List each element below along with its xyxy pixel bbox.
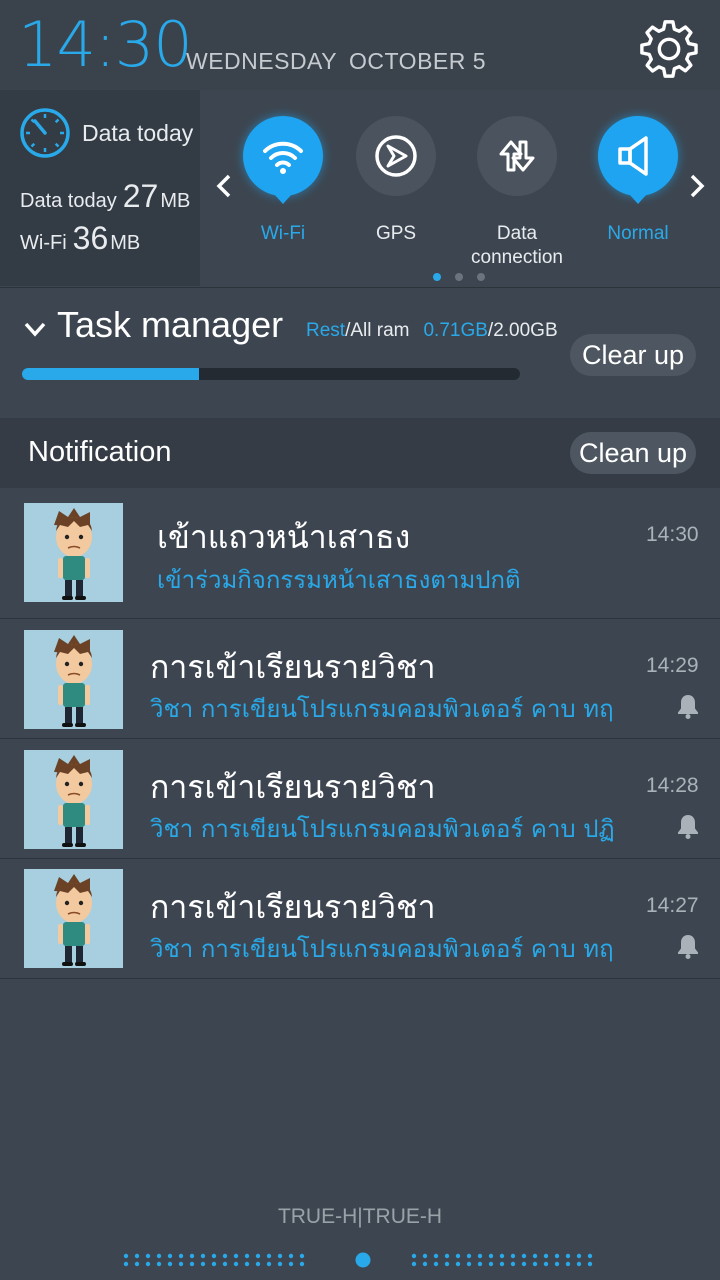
notification-title-text: การเข้าเรียนรายวิชา xyxy=(150,888,436,926)
drag-handle[interactable] xyxy=(120,1250,600,1270)
wifi-usage-label: Wi-Fi xyxy=(20,232,67,254)
toggle-wifi-label: Wi-Fi xyxy=(260,223,306,244)
notification-item[interactable]: เข้าแถวหน้าเสาธง เข้าร่วมกิจกรรมหน้าเสาธ… xyxy=(0,488,720,619)
notification-shade: 14:30 WEDNESDAY OCTOBER 5 Data today Dat… xyxy=(0,0,720,1280)
ram-all-label: /All ram xyxy=(345,320,410,341)
toggle-data-connection-label: Data connection xyxy=(471,223,563,268)
data-today-label: Data today xyxy=(20,190,117,212)
notification-item[interactable]: การเข้าเรียนรายวิชา วิชา การเขียนโปรแกรม… xyxy=(0,859,720,979)
wifi-icon xyxy=(243,116,323,204)
notification-subtitle: วิชา การเขียนโปรแกรมคอมพิวเตอร์ คาบ ปฏิ xyxy=(150,815,615,843)
page-dot-1 xyxy=(433,273,441,281)
gps-icon xyxy=(356,116,436,196)
chevron-down-icon[interactable] xyxy=(22,316,48,342)
page-dot-3 xyxy=(477,273,485,281)
notification-time: 14:29 xyxy=(646,654,699,677)
ram-rest-label: Rest xyxy=(306,320,346,341)
toggle-wifi[interactable]: Wi-Fi xyxy=(218,116,348,246)
notification-time: 14:30 xyxy=(646,523,699,546)
notification-item[interactable]: การเข้าเรียนรายวิชา วิชา การเขียนโปรแกรม… xyxy=(0,619,720,739)
toggle-page-indicator xyxy=(433,266,499,285)
toggle-gps[interactable]: GPS xyxy=(331,116,461,246)
task-manager: Task manager Rest/All ram 0.71GB/2.00GB C… xyxy=(0,287,720,417)
toggle-sound-mode-label: Normal xyxy=(607,223,669,244)
wifi-usage-value: 36 xyxy=(72,220,109,256)
toggle-gps-label: GPS xyxy=(375,223,417,244)
notification-subtitle: เข้าร่วมกิจกรรมหน้าเสาธงตามปกติ xyxy=(157,566,521,594)
notification-subtitle: วิชา การเขียนโปรแกรมคอมพิวเตอร์ คาบ ทฤ xyxy=(150,935,614,963)
clear-up-button[interactable]: Clear up xyxy=(570,334,696,376)
bell-icon xyxy=(678,695,698,719)
data-today-unit: MB xyxy=(160,190,191,212)
ram-progress-bar xyxy=(22,368,520,380)
notification-title: Notification xyxy=(28,436,172,468)
weekday: WEDNESDAY xyxy=(186,48,338,74)
settings-gear-icon[interactable] xyxy=(638,18,700,80)
data-connection-icon xyxy=(477,116,557,196)
avatar xyxy=(24,503,123,602)
page-dot-2 xyxy=(455,273,463,281)
bell-icon xyxy=(678,935,698,959)
ram-progress-fill xyxy=(22,368,199,380)
notification-header: Notification Clean up xyxy=(0,418,720,488)
avatar xyxy=(24,750,123,849)
carrier-label: TRUE-H|TRUE-H xyxy=(277,1205,443,1228)
notification-time: 14:27 xyxy=(646,894,699,917)
chevron-right-icon[interactable] xyxy=(683,172,711,202)
ram-info: Rest/All ram 0.71GB/2.00GB xyxy=(306,320,558,342)
notification-title-text: การเข้าเรียนรายวิชา xyxy=(150,768,436,806)
notification-subtitle: วิชา การเขียนโปรแกรมคอมพิวเตอร์ คาบ ทฤ xyxy=(150,695,614,723)
data-today-row: Data today 27 MB xyxy=(20,178,190,215)
wifi-usage-row: Wi-Fi 36 MB xyxy=(20,220,140,257)
speedometer-icon xyxy=(20,108,70,158)
clock: 14:30 xyxy=(18,8,193,81)
status-header: 14:30 WEDNESDAY OCTOBER 5 xyxy=(0,0,720,90)
clean-up-button[interactable]: Clean up xyxy=(570,432,696,474)
task-manager-title: Task manager xyxy=(57,304,284,345)
data-today-title: Data today xyxy=(82,120,194,146)
avatar xyxy=(24,630,123,729)
data-usage-panel[interactable]: Data today Data today 27 MB Wi-Fi 36 MB xyxy=(0,90,200,286)
data-today-value: 27 xyxy=(122,178,159,214)
speaker-icon xyxy=(598,116,678,204)
month-day: OCTOBER 5 xyxy=(349,48,487,74)
quick-toggles: Wi-Fi GPS Data connection Normal xyxy=(200,90,720,286)
wifi-usage-unit: MB xyxy=(110,232,141,254)
notification-time: 14:28 xyxy=(646,774,699,797)
notification-title-text: การเข้าเรียนรายวิชา xyxy=(150,648,436,686)
notification-title-text: เข้าแถวหน้าเสาธง xyxy=(157,518,411,556)
toggle-data-connection[interactable]: Data connection xyxy=(452,116,582,270)
date-label: WEDNESDAY OCTOBER 5 xyxy=(186,48,486,75)
notification-list: เข้าแถวหน้าเสาธง เข้าร่วมกิจกรรมหน้าเสาธ… xyxy=(0,488,720,979)
avatar xyxy=(24,869,123,968)
ram-total-value: /2.00GB xyxy=(487,320,558,341)
ram-used-value: 0.71GB xyxy=(423,320,488,341)
notification-item[interactable]: การเข้าเรียนรายวิชา วิชา การเขียนโปรแกรม… xyxy=(0,739,720,859)
bell-icon xyxy=(678,815,698,839)
